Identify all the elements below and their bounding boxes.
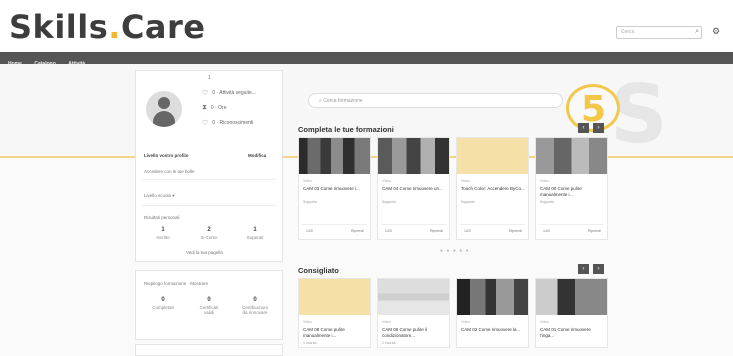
count-in-progress: 2 In Corso — [200, 227, 218, 240]
course-type: Video — [303, 320, 312, 324]
main-navbar: Home Catalogo Attività — [0, 52, 733, 67]
course-card[interactable]: Video CAM 02 Come rimuovere la... — [456, 278, 529, 348]
course-search-input[interactable]: ⌕ Cerca formazione — [308, 93, 563, 108]
profile-link-hours[interactable]: ⧗ 0 · Ore — [202, 104, 226, 112]
profile-link-awards[interactable]: ♡ 0 · Riconoscimenti — [202, 119, 253, 127]
course-title[interactable]: CAM 04 Come rimuovere un... — [382, 186, 446, 192]
progress-label: Risultati personali — [144, 215, 180, 220]
level-subtext: Accedere con le tue bolle — [144, 169, 195, 174]
section-title-complete: Completa le tue formazioni — [298, 125, 394, 134]
course-type: Video — [382, 179, 391, 183]
course-subtitle: Supporto — [461, 200, 476, 204]
course-progress: 14/0 — [543, 229, 550, 233]
course-title[interactable]: CAM 00 Come pulire manualmente i... — [540, 186, 604, 198]
course-type: Video — [382, 320, 391, 324]
course-card[interactable]: Video CAM 01 Come rimuovere l'inga... — [535, 278, 608, 348]
divider — [539, 224, 604, 225]
course-card[interactable]: Video CAM 03 Come rimuovere i... Supporto 1… — [298, 137, 371, 240]
extra-card — [135, 344, 283, 356]
summary-title: Riepilogo formazione · Mostrare — [144, 281, 209, 286]
course-subtitle: Supporto — [303, 200, 318, 204]
carousel-next-button[interactable]: › — [593, 123, 604, 133]
divider — [460, 224, 525, 225]
course-subtitle: 1 risorsa — [303, 341, 317, 345]
avatar — [146, 91, 182, 127]
divider — [302, 224, 367, 225]
course-subtitle: Supporto — [540, 200, 555, 204]
course-type: Video — [540, 320, 549, 324]
count-renew-certificates: 0 Certificazioni da rinnovare — [242, 297, 268, 315]
carousel-pagination[interactable]: ● ● ● ● ● — [440, 248, 470, 254]
course-card[interactable]: Video Touch Color: Accendere ByCo... Suppo… — [456, 137, 529, 240]
training-summary-card: Riepilogo formazione · Mostrare 0 Complet… — [135, 270, 283, 340]
divider — [142, 205, 276, 206]
course-card[interactable]: Video CAM 06 Come pulire il condizionator… — [377, 278, 450, 348]
profile-name: 1 — [208, 75, 211, 81]
resume-link[interactable]: Riprendi — [509, 229, 522, 233]
course-type: Video — [461, 320, 470, 324]
count-completed: 0 Completati — [152, 297, 174, 310]
resume-link[interactable]: Riprendi — [588, 229, 601, 233]
settings-icon[interactable]: ⚙ — [712, 26, 720, 37]
course-title[interactable]: CAM 08 Come pulire manualmente i... — [303, 327, 367, 339]
search-icon[interactable]: ⌕ — [695, 28, 699, 36]
report-link[interactable]: Vedi la tua pagella — [186, 250, 223, 255]
course-thumbnail[interactable] — [378, 138, 449, 174]
level-label: Livello vostro profilo — [144, 153, 189, 158]
carousel2-next-button[interactable]: › — [593, 264, 604, 274]
carousel2-prev-button[interactable]: ‹ — [578, 264, 589, 274]
carousel-prev-button[interactable]: ‹ — [578, 123, 589, 133]
resume-link[interactable]: Riprendi — [430, 229, 443, 233]
course-thumbnail[interactable] — [457, 279, 528, 315]
course-thumbnail[interactable] — [536, 138, 607, 174]
logo[interactable]: Skills.Care — [9, 8, 206, 46]
course-progress: 14/0 — [385, 229, 392, 233]
course-title[interactable]: CAM 06 Come pulire il condizionatore... — [382, 327, 446, 339]
course-progress: 14/0 — [464, 229, 471, 233]
course-card[interactable]: Video CAM 04 Come rimuovere un... Supporto… — [377, 137, 450, 240]
hourglass-icon: ⧗ — [202, 104, 207, 111]
divider — [142, 179, 276, 180]
count-valid-certificates: 0 Certificati validi — [199, 297, 219, 315]
course-title[interactable]: Touch Color: Accendere ByCo... — [461, 186, 525, 192]
count-enrolled: 1 Iscritto — [156, 227, 170, 240]
profile-link-activities[interactable]: ♡ 0 · Attività seguite... — [202, 89, 256, 97]
course-card[interactable]: Video CAM 00 Come pulire manualmente i...… — [535, 137, 608, 240]
header-search-input[interactable]: Cerca ⌕ — [616, 26, 702, 39]
course-thumbnail[interactable] — [299, 138, 370, 174]
resume-link[interactable]: Riprendi — [351, 229, 364, 233]
watermark-logo: S — [610, 68, 668, 161]
course-thumbnail[interactable] — [299, 279, 370, 315]
count-passed: 1 Superati — [246, 227, 264, 240]
course-title[interactable]: CAM 01 Come rimuovere l'inga... — [540, 327, 604, 339]
course-thumbnail[interactable] — [457, 138, 528, 174]
course-subtitle: 1 risorsa — [382, 341, 396, 345]
course-title[interactable]: CAM 03 Come rimuovere i... — [303, 186, 367, 192]
course-card[interactable]: Video CAM 08 Come pulire manualmente i...… — [298, 278, 371, 348]
course-type: Video — [540, 179, 549, 183]
course-type: Video — [461, 179, 470, 183]
level-edit-link[interactable]: Modifica — [248, 153, 266, 158]
profile-card: 1 ♡ 0 · Attività seguite... ⧗ 0 · Ore ♡ … — [135, 70, 283, 262]
course-title[interactable]: CAM 02 Come rimuovere la... — [461, 327, 525, 333]
course-thumbnail[interactable] — [378, 279, 449, 315]
divider — [381, 224, 446, 225]
course-thumbnail[interactable] — [536, 279, 607, 315]
heart-icon: ♡ — [202, 90, 209, 97]
section-title-recommended: Consigliato — [298, 266, 339, 275]
trophy-icon: ♡ — [202, 120, 209, 127]
level-select[interactable]: Livello scuola ▾ — [144, 193, 175, 199]
course-type: Video — [303, 179, 312, 183]
course-progress: 14/0 — [306, 229, 313, 233]
course-subtitle: Supporto — [382, 200, 397, 204]
site-header: Skills.Care Cerca ⌕ ⚙ — [0, 0, 733, 52]
